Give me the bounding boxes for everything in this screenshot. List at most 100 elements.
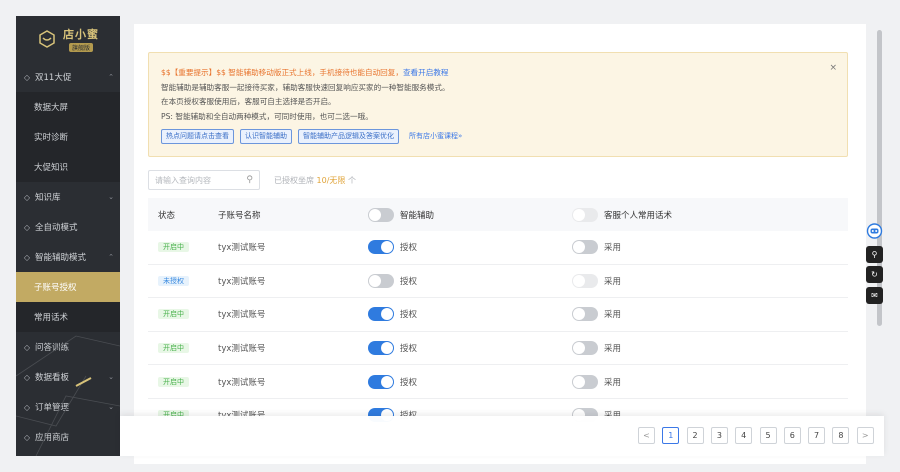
sidebar-group-label: 订单管理 [35, 403, 70, 413]
page-button[interactable]: 5 [759, 427, 777, 444]
sidebar-group-label: 全自动模式 [35, 223, 78, 233]
chevron-icon: ⌄ [108, 403, 114, 411]
assist-label: 授权 [400, 344, 418, 355]
assist-toggle[interactable] [368, 273, 394, 288]
header-phrases: 客服个人常用话术 [604, 210, 673, 221]
logo-icon [39, 30, 55, 48]
qa-training-icon: ◇ [23, 342, 31, 352]
sidebar-item-7[interactable]: 子账号授权 [16, 272, 120, 302]
sidebar-group-label: 应用商店 [35, 433, 70, 443]
brand-badge: 旗舰版 [68, 43, 93, 52]
gift-icon: ◇ [23, 72, 31, 82]
phrases-label: 采用 [604, 310, 622, 321]
hot-questions-button[interactable]: 热点问题请点击查看 [161, 129, 234, 144]
search-input[interactable]: 请输入查询内容 ⚲ [148, 170, 260, 190]
robot-icon[interactable] [866, 222, 883, 240]
phrases-label: 采用 [604, 344, 622, 355]
sidebar-group-label: 数据看板 [35, 373, 70, 383]
status-badge: 开启中 [158, 343, 189, 354]
sidebar-group-5[interactable]: ◇ 全自动模式 [16, 212, 120, 242]
sidebar-group-6[interactable]: ◇ 智能辅助模式 ⌃ [16, 242, 120, 272]
status-badge: 开启中 [158, 309, 189, 320]
logo: 店小蜜 旗舰版 [16, 16, 120, 62]
assist-toggle[interactable] [368, 307, 394, 322]
phrases-label: 采用 [604, 276, 622, 287]
account-name: tyx测试账号 [218, 310, 266, 321]
search-icon[interactable]: ⚲ [246, 175, 253, 185]
quota-value: 10/无限 [316, 176, 346, 185]
status-badge: 未授权 [158, 275, 189, 286]
sidebar: 店小蜜 旗舰版 ◇ 双11大促 ⌃ 数据大屏 实时诊断 大促知识 ◇ 知识库 ⌄ ◇ 全自动模式 ◇ 智… [16, 16, 120, 456]
auto-mode-icon: ◇ [23, 222, 31, 232]
quota-suffix: 个 [347, 176, 356, 185]
notice-line: 在本页授权客服使用后，客服可自主选择是否开启。 [161, 97, 336, 106]
next-page-button[interactable]: > [856, 427, 874, 444]
account-name: tyx测试账号 [218, 377, 266, 388]
phrases-label: 采用 [604, 377, 622, 388]
chevron-icon: ⌃ [108, 73, 114, 81]
sidebar-group-label: 双11大促 [35, 73, 72, 83]
phrases-toggle[interactable] [572, 374, 598, 389]
status-badge: 开启中 [158, 376, 189, 387]
phrases-toggle[interactable] [572, 273, 598, 288]
notice-line: 智能辅助是辅助客服一起接待买家，辅助客服快速回复响应买家的一种智能服务模式。 [161, 82, 450, 92]
sidebar-item-2[interactable]: 实时诊断 [16, 122, 120, 152]
dashboard-icon: ◇ [23, 372, 31, 382]
assist-toggle[interactable] [368, 240, 394, 255]
sidebar-group-12[interactable]: ◇ 应用商店 [16, 422, 120, 452]
page-button[interactable]: 8 [832, 427, 850, 444]
mail-icon[interactable]: ✉ [866, 287, 883, 304]
phrases-toggle[interactable] [572, 240, 598, 255]
page-button[interactable]: 7 [808, 427, 826, 444]
sidebar-group-label: 知识库 [35, 193, 61, 203]
pagination: <1 2 3 4 5 6 7 8 > [120, 416, 884, 456]
sidebar-item-1[interactable]: 数据大屏 [16, 92, 120, 122]
assist-logic-button[interactable]: 智能辅助产品逻辑及答案优化 [298, 129, 399, 144]
all-courses-link[interactable]: 所有店小蜜课程» [409, 129, 462, 144]
sidebar-group-label: 智能辅助模式 [35, 253, 87, 263]
account-name: tyx测试账号 [218, 344, 266, 355]
brand-name: 店小蜜 [63, 28, 99, 41]
phrases-label: 采用 [604, 243, 622, 254]
phrases-toggle[interactable] [572, 341, 598, 356]
assist-all-toggle[interactable] [368, 207, 394, 222]
prev-page-button[interactable]: < [638, 427, 655, 444]
close-icon[interactable]: × [829, 61, 837, 76]
sidebar-item-3[interactable]: 大促知识 [16, 152, 120, 182]
assist-label: 授权 [400, 377, 418, 388]
sidebar-item-8[interactable]: 常用话术 [16, 302, 120, 332]
account-name: tyx测试账号 [218, 276, 266, 287]
sidebar-group-11[interactable]: ◇ 订单管理 ⌄ [16, 392, 120, 422]
phrases-toggle[interactable] [572, 307, 598, 322]
notice-banner: × $$【重要提示】$$ 智能辅助移动版正式上线，手机接待也能自动回复，查看开启… [148, 52, 848, 157]
sidebar-group-10[interactable]: ◇ 数据看板 ⌄ [16, 362, 120, 392]
lightbulb-icon[interactable]: ⚲ [866, 246, 883, 263]
learn-assist-button[interactable]: 认识智能辅助 [240, 129, 292, 144]
refresh-icon[interactable]: ↻ [866, 266, 883, 283]
page-button[interactable]: 3 [710, 427, 728, 444]
sidebar-group-label: 问答训练 [35, 343, 70, 353]
phrases-all-toggle[interactable] [572, 207, 598, 222]
sidebar-group-4[interactable]: ◇ 知识库 ⌄ [16, 182, 120, 212]
search-placeholder: 请输入查询内容 [155, 175, 211, 185]
quota-prefix: 已授权坐席 [274, 176, 314, 185]
page-button[interactable]: 1 [662, 427, 680, 444]
assist-toggle[interactable] [368, 374, 394, 389]
status-badge: 开启中 [158, 242, 189, 253]
sidebar-group-9[interactable]: ◇ 问答训练 [16, 332, 120, 362]
sidebar-group-0[interactable]: ◇ 双11大促 ⌃ [16, 62, 120, 92]
page-button[interactable]: 4 [735, 427, 753, 444]
sidebar-group-13[interactable]: ◇帮助中心⌄ [16, 452, 120, 456]
assist-toggle[interactable] [368, 341, 394, 356]
tutorial-link[interactable]: 查看开启教程 [403, 68, 449, 77]
chevron-icon: ⌃ [108, 253, 114, 261]
store-icon: ◇ [23, 432, 31, 442]
notice-warning: $$【重要提示】$$ 智能辅助移动版正式上线，手机接待也能自动回复， [161, 68, 403, 77]
table-body: 开启中 tyx测试账号 授权 采用 未授权 tyx测试账号 授权 采用 开启中 tyx测试账号 授权… [148, 231, 848, 433]
page-button[interactable]: 6 [783, 427, 801, 444]
main-content: × $$【重要提示】$$ 智能辅助移动版正式上线，手机接待也能自动回复，查看开启… [134, 24, 866, 464]
book-icon: ◇ [23, 192, 31, 202]
page-button[interactable]: 2 [686, 427, 704, 444]
table-row: 开启中 tyx测试账号 授权 采用 [148, 332, 848, 366]
assist-label: 授权 [400, 276, 418, 287]
